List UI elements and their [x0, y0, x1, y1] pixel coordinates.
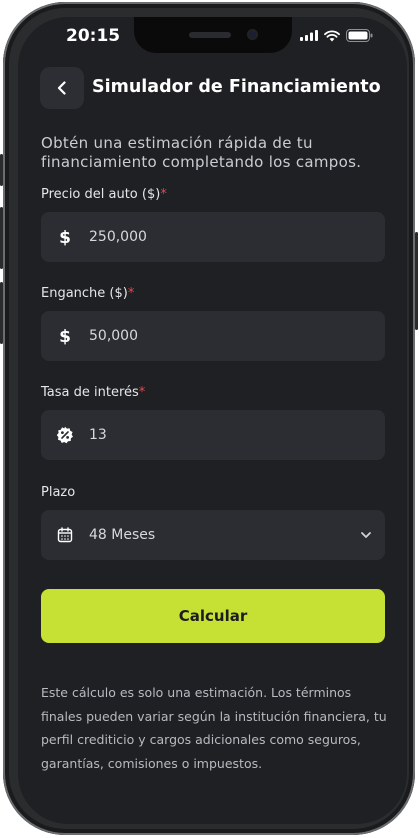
- volume-up-button: [0, 207, 3, 269]
- down-payment-value: 50,000: [89, 328, 138, 344]
- volume-down-button: [0, 282, 3, 344]
- camera: [247, 29, 258, 40]
- term-label: Plazo: [41, 485, 75, 500]
- disclaimer-text: Este cálculo es solo una estimación. Los…: [41, 685, 387, 771]
- term-label-text: Plazo: [41, 485, 76, 500]
- price-value: 250,000: [89, 229, 147, 245]
- term-select[interactable]: 48 Meses: [41, 510, 385, 560]
- intro-text: Obtén una estimación rápida de tu financ…: [41, 134, 362, 171]
- speaker: [189, 32, 231, 38]
- required-mark: *: [160, 187, 167, 202]
- chevron-down-icon: [359, 527, 373, 546]
- price-field[interactable]: $ 250,000: [41, 212, 385, 262]
- phone-frame: 20:15 Simulador de Financiamiento Obtén …: [0, 2, 418, 835]
- notch: [134, 17, 292, 53]
- interest-value: 13: [89, 427, 107, 443]
- chevron-left-icon: [57, 81, 66, 95]
- price-label: Precio del auto ($)*: [41, 187, 167, 202]
- calculate-button[interactable]: Calcular: [41, 589, 385, 643]
- app-screen: 20:15 Simulador de Financiamiento Obtén …: [18, 17, 407, 824]
- status-time: 20:15: [66, 26, 121, 46]
- interest-field[interactable]: 13: [41, 410, 385, 460]
- side-button: [0, 154, 3, 186]
- page-title: Simulador de Financiamiento: [92, 77, 381, 97]
- interest-label: Tasa de interés*: [41, 385, 145, 400]
- calendar-icon: [55, 525, 75, 545]
- status-icons: [300, 29, 373, 42]
- back-button[interactable]: [40, 67, 84, 109]
- term-value: 48 Meses: [89, 527, 156, 543]
- down-payment-label-text: Enganche ($): [41, 286, 128, 301]
- svg-text:$: $: [59, 228, 71, 247]
- percent-badge-icon: [55, 425, 75, 445]
- dollar-icon: $: [55, 326, 75, 346]
- interest-label-text: Tasa de interés: [41, 385, 139, 400]
- wifi-icon: [324, 29, 340, 41]
- price-label-text: Precio del auto ($): [41, 187, 161, 202]
- down-payment-field[interactable]: $ 50,000: [41, 311, 385, 361]
- required-mark: *: [127, 286, 135, 301]
- svg-text:$: $: [59, 327, 71, 346]
- power-button: [415, 232, 418, 330]
- signal-icon: [300, 30, 318, 41]
- dollar-icon: $: [55, 227, 75, 247]
- battery-icon: [346, 29, 373, 42]
- required-mark: *: [138, 385, 146, 400]
- down-payment-label: Enganche ($)*: [41, 286, 134, 301]
